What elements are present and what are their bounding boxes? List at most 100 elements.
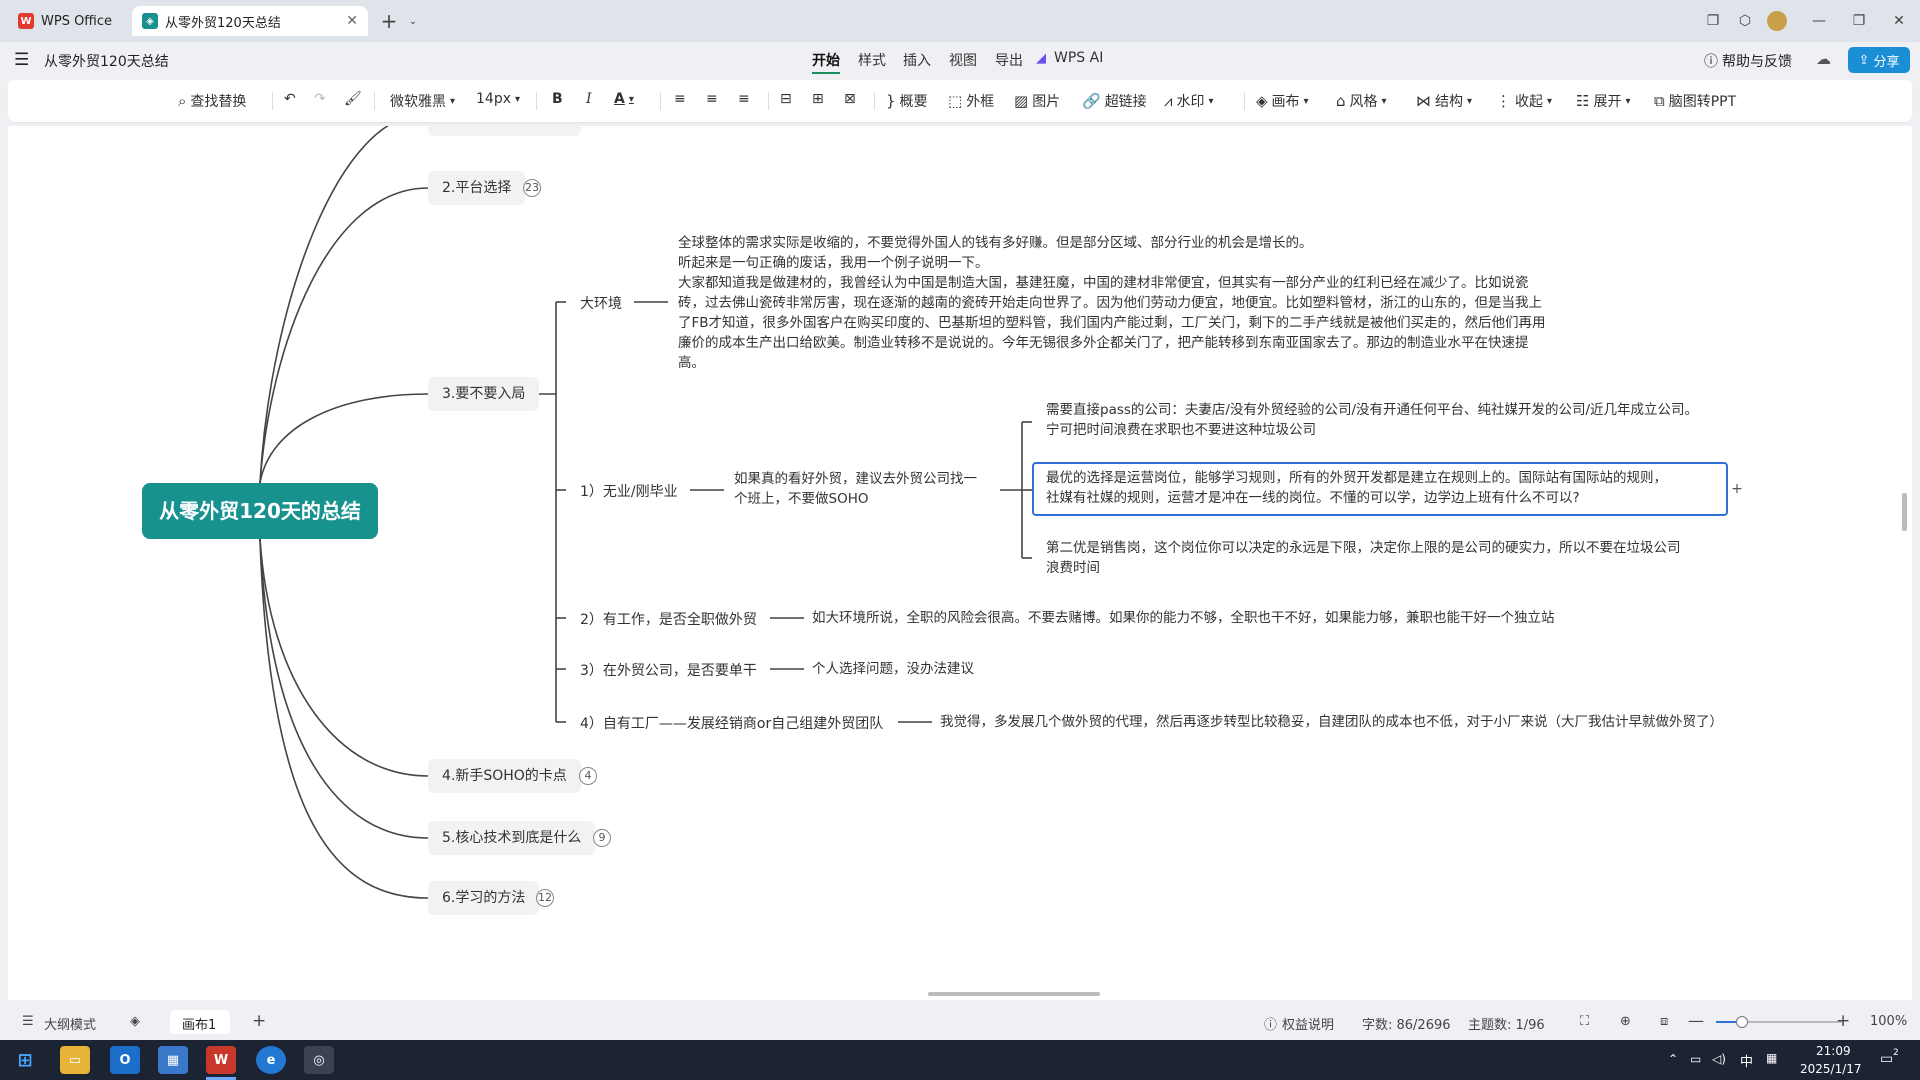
outlook-icon[interactable]: O bbox=[110, 1046, 140, 1074]
font-family-select[interactable]: 微软雅黑 ▾ bbox=[390, 91, 455, 111]
zoom-slider-handle[interactable] bbox=[1736, 1016, 1748, 1028]
canvas-tab[interactable]: 画布1 bbox=[170, 1010, 230, 1034]
menu-tab-wps-ai[interactable]: WPS AI bbox=[1054, 50, 1103, 66]
sub-topic-has-job-note[interactable]: 如大环境所说，全职的风险会很高。不要去赌博。如果你的能力不够，全职也干不好，如果… bbox=[812, 608, 1555, 628]
env-paragraph[interactable]: 全球整体的需求实际是收缩的，不要觉得外国人的钱有多好赚。但是部分区域、部分行业的… bbox=[678, 233, 1598, 373]
vertical-scrollbar[interactable] bbox=[1902, 493, 1907, 531]
wps-taskbar-icon[interactable]: W bbox=[206, 1046, 236, 1074]
root-topic[interactable]: 从零外贸120天的总结 bbox=[142, 483, 378, 539]
topic-4[interactable]: 4.新手SOHO的卡点 bbox=[428, 759, 581, 793]
menu-tab-insert[interactable]: 插入 bbox=[903, 50, 931, 70]
edge-icon[interactable]: e bbox=[256, 1046, 286, 1074]
ime-indicator[interactable]: 中 bbox=[1740, 1051, 1753, 1070]
italic-icon[interactable]: I bbox=[586, 91, 592, 107]
align-left-icon[interactable]: ≡ bbox=[674, 91, 686, 107]
zoom-slider[interactable] bbox=[1716, 1016, 1842, 1028]
summary-button[interactable]: } 概要 bbox=[886, 91, 928, 111]
style-button[interactable]: ⌂ 风格 ▾ bbox=[1336, 91, 1387, 111]
tray-chevron-icon[interactable]: ⌃ bbox=[1668, 1052, 1678, 1066]
zoom-in-icon[interactable]: + bbox=[1836, 1011, 1850, 1031]
window-layout-icon[interactable]: ❐ bbox=[1698, 8, 1728, 34]
env-topic[interactable]: 大环境 bbox=[580, 293, 622, 313]
align-center-icon[interactable]: ≡ bbox=[706, 91, 718, 107]
clock-time[interactable]: 21:09 bbox=[1816, 1044, 1851, 1058]
topic-2[interactable]: 2.平台选择 bbox=[428, 171, 526, 205]
cloud-sync-icon[interactable]: ☁ bbox=[1816, 50, 1831, 68]
menu-tab-style[interactable]: 样式 bbox=[858, 50, 886, 70]
minimize-icon[interactable]: — bbox=[1804, 8, 1834, 34]
insert-parent-topic-icon[interactable]: ⊠ bbox=[844, 91, 856, 107]
rights-link[interactable]: 权益说明 bbox=[1282, 1014, 1334, 1033]
hamburger-menu-icon[interactable]: ☰ bbox=[14, 50, 29, 70]
topic-6[interactable]: 6.学习的方法 bbox=[428, 881, 540, 915]
file-explorer-icon[interactable]: ▭ bbox=[60, 1046, 90, 1074]
undo-icon[interactable]: ↶ bbox=[284, 91, 296, 107]
topic-2-collapsed-count[interactable]: 23 bbox=[523, 179, 541, 197]
collapse-button[interactable]: ⋮ 收起 ▾ bbox=[1496, 91, 1552, 111]
font-size-select[interactable]: 14px ▾ bbox=[476, 91, 520, 107]
add-canvas-icon[interactable]: + bbox=[252, 1011, 266, 1031]
leaf-operations-role[interactable]: 最优的选择是运营岗位，能够学习规则，所有的外贸开发都是建立在规则上的。国际站有国… bbox=[1046, 468, 1726, 508]
topic-1[interactable]: 1.能外贸平方的情况 bbox=[428, 126, 582, 136]
tab-list-chevron-icon[interactable]: ⌄ bbox=[398, 8, 428, 34]
format-painter-icon[interactable]: 🖌 bbox=[344, 91, 362, 107]
network-icon[interactable]: ▭ bbox=[1690, 1052, 1701, 1066]
topic-3[interactable]: 3.要不要入局 bbox=[428, 377, 540, 411]
volume-icon[interactable]: ◁) bbox=[1712, 1052, 1726, 1066]
calculator-icon[interactable]: ▦ bbox=[158, 1046, 188, 1074]
notification-icon[interactable]: ▭ bbox=[1880, 1051, 1893, 1067]
horizontal-scrollbar[interactable] bbox=[928, 992, 1100, 996]
sub-topic-go-solo[interactable]: 3）在外贸公司，是否要单干 bbox=[580, 660, 757, 680]
topic-5-collapsed-count[interactable]: 9 bbox=[593, 829, 611, 847]
sub-topic-own-factory-note[interactable]: 我觉得，多发展几个做外贸的代理，然后再逐步转型比较稳妥，自建团队的成本也不低，对… bbox=[940, 712, 1723, 732]
ime-grid-icon[interactable]: ▦ bbox=[1766, 1051, 1777, 1065]
close-window-icon[interactable]: ✕ bbox=[1884, 8, 1914, 34]
screenshot-tool-icon[interactable]: ◎ bbox=[304, 1046, 334, 1074]
locate-icon[interactable]: ⊕ bbox=[1620, 1014, 1631, 1029]
fullscreen-icon[interactable]: ⛶ bbox=[1580, 1014, 1589, 1029]
mindmap-canvas[interactable]: 从零外贸120天的总结 1.能外贸平方的情况 2.平台选择 23 3.要不要入局… bbox=[8, 126, 1912, 1000]
menu-tab-view[interactable]: 视图 bbox=[949, 50, 977, 70]
help-feedback-button[interactable]: 帮助与反馈 bbox=[1722, 51, 1792, 71]
cube-icon[interactable]: ⬡ bbox=[1730, 8, 1760, 34]
topic-6-collapsed-count[interactable]: 12 bbox=[536, 889, 554, 907]
insert-sibling-topic-icon[interactable]: ⊟ bbox=[780, 91, 792, 107]
sub-topic-unemployed-advice[interactable]: 如果真的看好外贸，建议去外贸公司找一 个班上，不要做SOHO bbox=[734, 469, 1004, 509]
menu-tab-start[interactable]: 开始 bbox=[812, 50, 840, 70]
windows-start-icon[interactable]: ⊞ bbox=[10, 1046, 40, 1074]
restore-icon[interactable]: ❐ bbox=[1844, 8, 1874, 34]
sub-topic-has-job[interactable]: 2）有工作，是否全职做外贸 bbox=[580, 609, 757, 629]
sub-topic-go-solo-note[interactable]: 个人选择问题，没办法建议 bbox=[812, 659, 974, 679]
watermark-button[interactable]: ⩘ 水印 ▾ bbox=[1164, 91, 1214, 111]
tab-document[interactable]: ◈ 从零外贸120天总结 ✕ bbox=[132, 6, 368, 36]
canvas-button[interactable]: ◈ 画布 ▾ bbox=[1256, 91, 1309, 111]
outline-mode-button[interactable]: 大纲模式 bbox=[44, 1014, 96, 1033]
menu-tab-export[interactable]: 导出 bbox=[995, 50, 1023, 70]
tab-wps-office[interactable]: W WPS Office bbox=[8, 6, 128, 36]
bold-icon[interactable]: B bbox=[552, 91, 563, 107]
leaf-pass-companies[interactable]: 需要直接pass的公司：夫妻店/没有外贸经验的公司/没有开通任何平台、纯社媒开发… bbox=[1046, 400, 1776, 440]
add-child-icon[interactable]: + bbox=[1728, 480, 1746, 498]
leaf-sales-role[interactable]: 第二优是销售岗，这个岗位你可以决定的永远是下限，决定你上限的是公司的硬实力，所以… bbox=[1046, 538, 1736, 578]
zoom-out-icon[interactable]: — bbox=[1688, 1011, 1704, 1030]
fit-view-icon[interactable]: ⧈ bbox=[1660, 1014, 1668, 1029]
redo-icon[interactable]: ↷ bbox=[314, 91, 326, 107]
topic-5[interactable]: 5.核心技术到底是什么 bbox=[428, 821, 596, 855]
sub-topic-unemployed[interactable]: 1）无业/刚毕业 bbox=[580, 481, 678, 501]
align-right-icon[interactable]: ≡ bbox=[738, 91, 750, 107]
topic-4-collapsed-count[interactable]: 4 bbox=[579, 767, 597, 785]
expand-button[interactable]: ☷ 展开 ▾ bbox=[1576, 91, 1630, 111]
clock-date[interactable]: 2025/1/17 bbox=[1800, 1062, 1862, 1076]
layers-icon[interactable]: ◈ bbox=[130, 1014, 140, 1029]
structure-button[interactable]: ⋈ 结构 ▾ bbox=[1416, 91, 1472, 111]
hyperlink-button[interactable]: 🔗 超链接 bbox=[1082, 91, 1147, 111]
mindmap-to-ppt-button[interactable]: ⧉ 脑图转PPT bbox=[1654, 91, 1736, 111]
image-button[interactable]: ▨ 图片 bbox=[1014, 91, 1060, 111]
avatar[interactable] bbox=[1762, 8, 1792, 34]
boundary-button[interactable]: ⬚ 外框 bbox=[948, 91, 994, 111]
find-replace-button[interactable]: ⌕ 查找替换 bbox=[178, 91, 246, 111]
font-color-icon[interactable]: A ▾ bbox=[614, 91, 634, 107]
sub-topic-own-factory[interactable]: 4）自有工厂——发展经销商or自己组建外贸团队 bbox=[580, 713, 883, 733]
close-tab-icon[interactable]: ✕ bbox=[346, 13, 358, 29]
insert-child-topic-icon[interactable]: ⊞ bbox=[812, 91, 824, 107]
